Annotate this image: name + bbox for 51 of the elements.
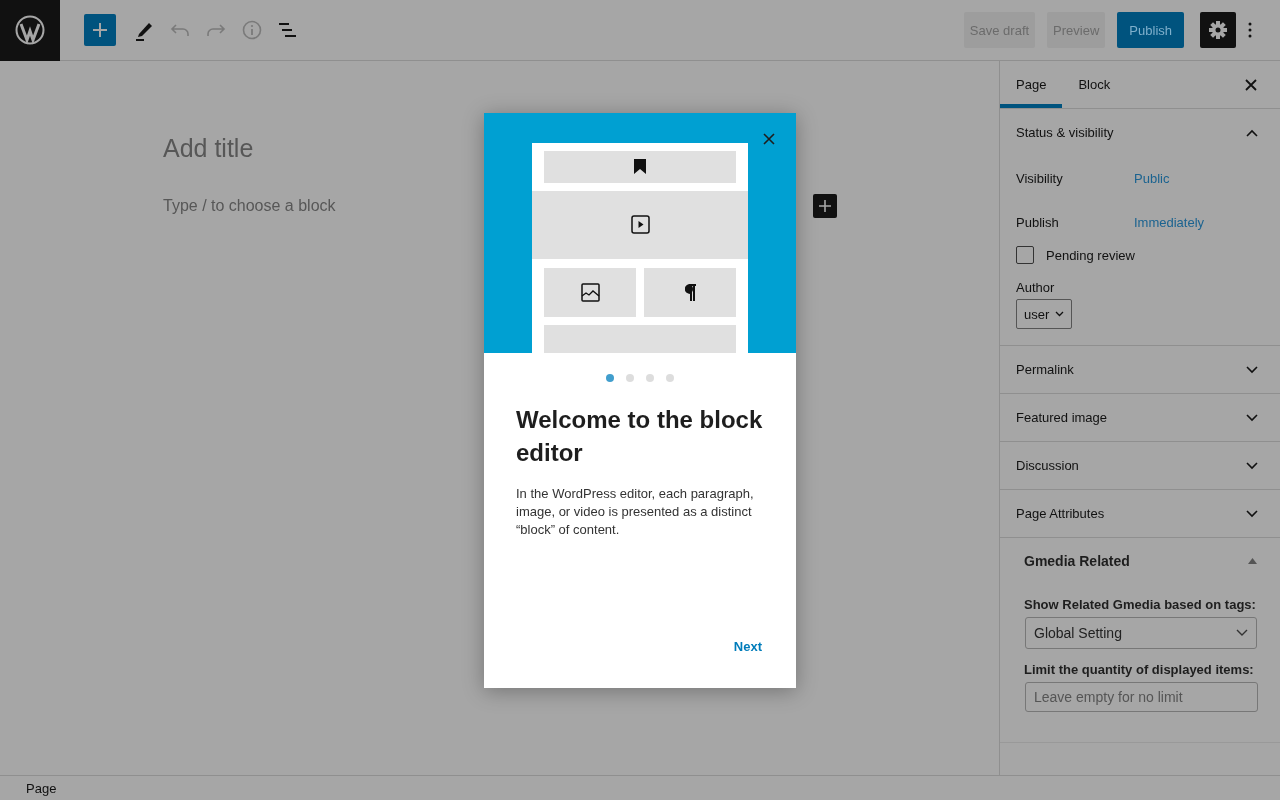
panel-header[interactable]: Page Attributes bbox=[1000, 490, 1280, 537]
panel-header[interactable]: Featured image bbox=[1000, 394, 1280, 441]
sidebar-tab[interactable]: Block bbox=[1062, 61, 1127, 108]
more-options-icon[interactable] bbox=[1248, 22, 1252, 38]
image-icon bbox=[580, 283, 600, 303]
publish-button[interactable]: Publish bbox=[1117, 12, 1184, 48]
limit-input-field[interactable]: Leave empty for no limit bbox=[1025, 682, 1258, 712]
close-icon[interactable] bbox=[1245, 79, 1257, 91]
wordpress-icon bbox=[15, 15, 45, 45]
wordpress-logo[interactable] bbox=[0, 0, 60, 61]
panel-header[interactable]: Discussion bbox=[1000, 442, 1280, 489]
list-view-icon[interactable] bbox=[278, 22, 298, 38]
plus-icon bbox=[819, 200, 831, 212]
settings-button[interactable] bbox=[1200, 12, 1236, 48]
paragraph-icon bbox=[683, 284, 697, 302]
chevron-icon bbox=[1246, 461, 1258, 470]
metabox-title: Gmedia Related bbox=[1024, 553, 1130, 569]
field-label: Visibility bbox=[1016, 170, 1064, 186]
sidebar-tab[interactable]: Page bbox=[1000, 61, 1063, 108]
close-icon[interactable] bbox=[763, 133, 775, 145]
page-dot[interactable] bbox=[606, 374, 614, 382]
plus-icon bbox=[93, 23, 107, 37]
page-dot[interactable] bbox=[646, 374, 654, 382]
field-label: Author bbox=[1016, 280, 1056, 295]
field-label: Show Related Gmedia based on tags: bbox=[1024, 597, 1257, 612]
chevron-icon bbox=[1246, 413, 1258, 422]
checkbox-label: Pending review bbox=[1046, 247, 1135, 263]
author-dropdown[interactable]: user bbox=[1016, 299, 1073, 329]
bookmark-icon bbox=[634, 159, 646, 175]
next-button[interactable]: Next bbox=[725, 635, 770, 658]
tags-dropdown[interactable]: Global Setting bbox=[1025, 617, 1257, 649]
field-label: Publish bbox=[1016, 214, 1060, 230]
add-block-button[interactable] bbox=[84, 14, 116, 46]
chevron-icon bbox=[1246, 509, 1258, 518]
chevron-icon bbox=[1246, 365, 1258, 374]
panel-header[interactable]: Status & visibility bbox=[1000, 109, 1280, 156]
field-label: Limit the quantity of displayed items: bbox=[1024, 662, 1255, 677]
checkbox[interactable] bbox=[1016, 246, 1034, 264]
panel-header[interactable]: Permalink bbox=[1000, 346, 1280, 393]
triangle-icon[interactable] bbox=[1248, 558, 1257, 564]
chevron-icon bbox=[1055, 311, 1065, 317]
add-block-button[interactable] bbox=[813, 194, 837, 218]
chevron-icon bbox=[1246, 128, 1258, 137]
breadcrumb[interactable]: Page bbox=[26, 780, 57, 796]
page-dot[interactable] bbox=[666, 374, 674, 382]
settings-icon bbox=[1208, 20, 1228, 40]
dialog-description: In the WordPress editor, each paragraph, image, or video is presented as a distinct “block” of content. bbox=[516, 485, 755, 539]
page-dot[interactable] bbox=[626, 374, 634, 382]
dialog-heading: Welcome to the block editor bbox=[516, 405, 764, 468]
chevron-icon bbox=[1236, 629, 1248, 637]
video-icon bbox=[630, 215, 650, 235]
